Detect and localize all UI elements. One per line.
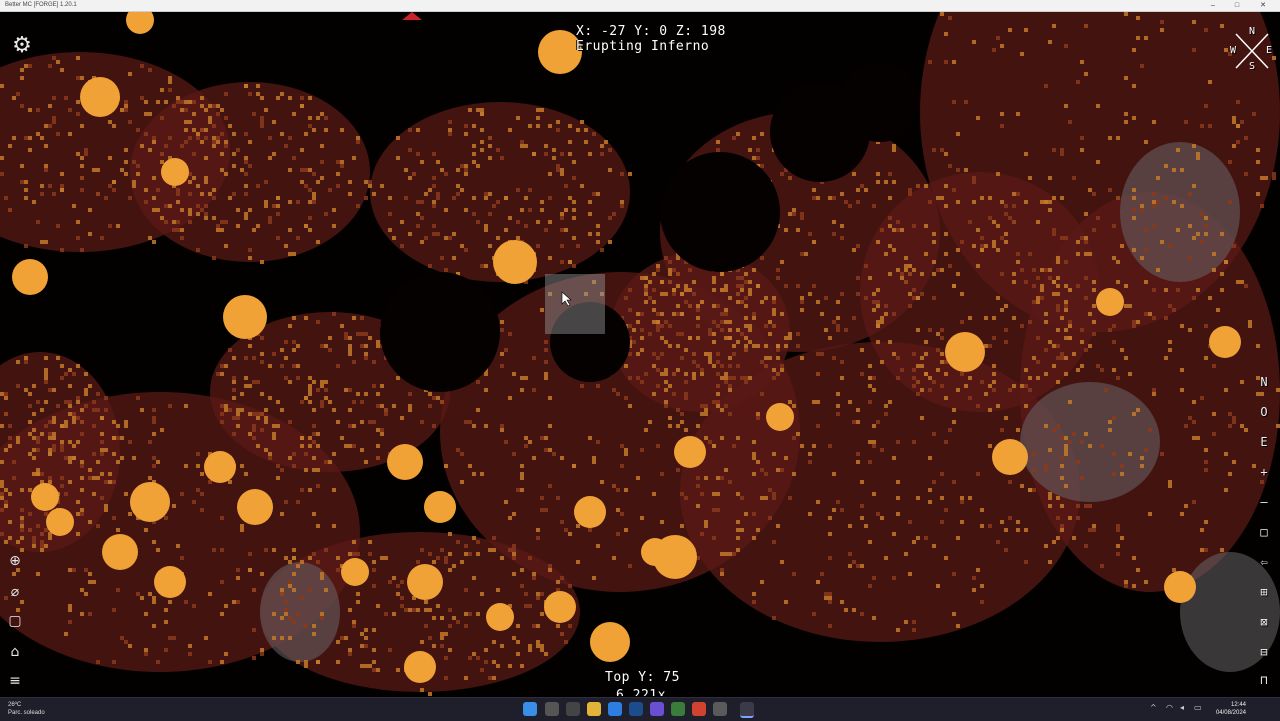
zoom-out-button[interactable]: – <box>1256 494 1272 510</box>
terrain-layer <box>0 12 1280 696</box>
weather-widget[interactable]: 26ºC Parc. soleado <box>8 701 45 717</box>
zoom-in-button[interactable]: + <box>1256 464 1272 480</box>
windows-taskbar: 26ºC Parc. soleado ^ ◠ ◂ ▭ 12:44 04/08/2… <box>0 697 1280 721</box>
task-view-icon[interactable] <box>566 702 580 716</box>
weather-desc: Parc. soleado <box>8 710 45 716</box>
top-y-readout: Top Y: 75 <box>605 670 680 685</box>
compass-rose: N E S W <box>1230 26 1274 74</box>
zoom-level: 6.221x <box>616 688 666 696</box>
coordinates-readout: X: -27 Y: 0 Z: 198 <box>576 24 726 39</box>
grid-button[interactable]: ⊞ <box>1256 584 1272 600</box>
compass-south: S <box>1249 61 1256 72</box>
search-icon[interactable] <box>545 702 559 716</box>
window-title-bar: Better MC [FORGE] 1.20.1 – □ ✕ <box>0 0 1280 12</box>
minimize-button[interactable]: – <box>1202 0 1224 11</box>
close-window-button[interactable]: ✕ <box>1252 0 1274 11</box>
layer-button[interactable]: □ <box>1256 524 1272 540</box>
toggle-entities-button[interactable]: E <box>1256 434 1272 450</box>
toggle-north-button[interactable]: N <box>1256 374 1272 390</box>
hide-icon[interactable]: ⌀ <box>6 583 24 601</box>
menu-icon[interactable]: ≡ <box>6 672 24 690</box>
compass-east: E <box>1266 45 1273 56</box>
compass-west: W <box>1230 45 1237 56</box>
maximize-button[interactable]: □ <box>1226 0 1248 11</box>
terrain-icon[interactable]: ⌂ <box>6 643 24 661</box>
target-icon[interactable]: ⊕ <box>6 552 24 570</box>
waypoints-button[interactable]: ⊠ <box>1256 614 1272 630</box>
battery-icon[interactable]: ▭ <box>1194 704 1202 712</box>
cursor-highlight <box>545 274 605 334</box>
chrome-icon[interactable] <box>692 702 706 716</box>
world-map-canvas[interactable]: X: -27 Y: 0 Z: 198 Erupting Inferno Top … <box>0 12 1280 696</box>
volume-icon[interactable]: ◂ <box>1180 704 1188 712</box>
bookmark-button[interactable]: ⊓ <box>1256 672 1272 688</box>
browser-icon[interactable] <box>608 702 622 716</box>
device-icon[interactable]: ▢ <box>6 612 24 630</box>
weather-temp: 26ºC <box>8 702 22 708</box>
player-direction-icon <box>402 12 422 20</box>
system-clock[interactable]: 12:44 04/08/2024 <box>1216 701 1246 717</box>
active-game-icon[interactable] <box>740 702 754 718</box>
discord-icon[interactable] <box>650 702 664 716</box>
window-title: Better MC [FORGE] 1.20.1 <box>5 2 77 8</box>
compass-north: N <box>1249 26 1256 37</box>
gear-icon[interactable]: ⚙ <box>10 34 34 58</box>
windows-start-icon[interactable] <box>523 702 537 716</box>
network-icon[interactable]: ◠ <box>1166 704 1174 712</box>
clock-date: 04/08/2024 <box>1215 710 1246 716</box>
biome-label: Erupting Inferno <box>576 39 710 54</box>
app-icon[interactable] <box>713 702 727 716</box>
steam-icon[interactable] <box>629 702 643 716</box>
file-explorer-icon[interactable] <box>587 702 601 716</box>
toggle-overlay-button[interactable]: O <box>1256 404 1272 420</box>
tray-chevron-icon[interactable]: ^ <box>1150 704 1158 712</box>
back-button[interactable]: ⇦ <box>1256 554 1272 570</box>
map-type-button[interactable]: ⊟ <box>1256 644 1272 660</box>
minecraft-launcher-icon[interactable] <box>671 702 685 716</box>
clock-time: 12:44 <box>1230 702 1246 708</box>
